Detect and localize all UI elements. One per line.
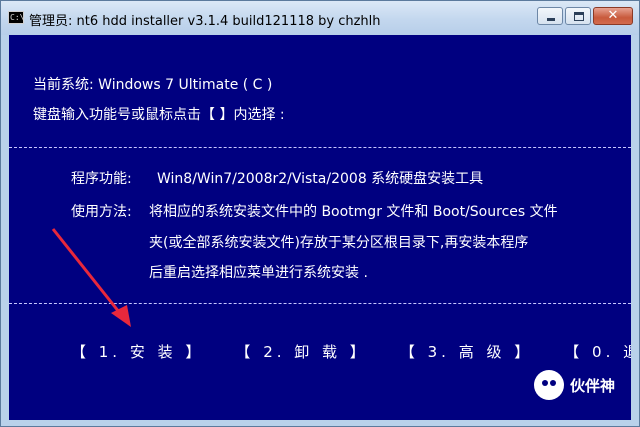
usage-line-2: 夹(或全部系统安装文件)存放于某分区根目录下,再安装本程序 bbox=[149, 235, 529, 251]
minimize-icon bbox=[547, 18, 555, 21]
function-label: 程序功能: bbox=[71, 171, 132, 187]
separator-top bbox=[9, 147, 631, 148]
function-text: Win8/Win7/2008r2/Vista/2008 系统硬盘安装工具 bbox=[157, 171, 484, 187]
arrow-shaft bbox=[51, 228, 125, 318]
console-area: 当前系统: Windows 7 Ultimate ( C ) 键盘输入功能号或鼠… bbox=[9, 35, 631, 420]
watermark-text: 伙伴神 bbox=[569, 376, 615, 395]
usage-line-1: 将相应的系统安装文件中的 Bootmgr 文件和 Boot/Sources 文件 bbox=[149, 204, 558, 220]
prompt-line: 键盘输入功能号或鼠标点击【 】内选择 : bbox=[33, 107, 285, 123]
console-app-icon: C:\ bbox=[8, 11, 25, 24]
usage-line-3: 后重启选择相应菜单进行系统安装 . bbox=[149, 265, 368, 281]
wechat-logo-icon bbox=[533, 370, 564, 400]
menu-item-advanced[interactable]: 【 3. 高 级 】 bbox=[400, 341, 533, 362]
close-icon: ✕ bbox=[607, 8, 619, 23]
close-button[interactable]: ✕ bbox=[593, 7, 633, 25]
maximize-icon bbox=[574, 12, 584, 21]
red-arrow-annotation bbox=[51, 228, 131, 327]
title-bar[interactable]: C:\ 管理员: nt6 hdd installer v3.1.4 build1… bbox=[1, 1, 639, 35]
window-title: 管理员: nt6 hdd installer v3.1.4 build12111… bbox=[29, 14, 381, 29]
watermark: 伙伴神 bbox=[533, 370, 615, 400]
arrow-head bbox=[111, 305, 131, 327]
installer-window: C:\ 管理员: nt6 hdd installer v3.1.4 build1… bbox=[0, 0, 640, 427]
usage-label: 使用方法: bbox=[71, 204, 132, 220]
current-system-line: 当前系统: Windows 7 Ultimate ( C ) bbox=[33, 77, 273, 93]
menu-item-install[interactable]: 【 1. 安 装 】 bbox=[71, 341, 204, 362]
minimize-button[interactable] bbox=[537, 7, 563, 25]
maximize-button[interactable] bbox=[565, 7, 591, 25]
main-menu: 【 1. 安 装 】 【 2. 卸 载 】 【 3. 高 级 】 【 0. 退 … bbox=[71, 341, 631, 362]
menu-item-exit[interactable]: 【 0. 退 出 】 bbox=[564, 341, 631, 362]
menu-item-uninstall[interactable]: 【 2. 卸 载 】 bbox=[235, 341, 368, 362]
caption-buttons: ✕ bbox=[535, 7, 633, 25]
